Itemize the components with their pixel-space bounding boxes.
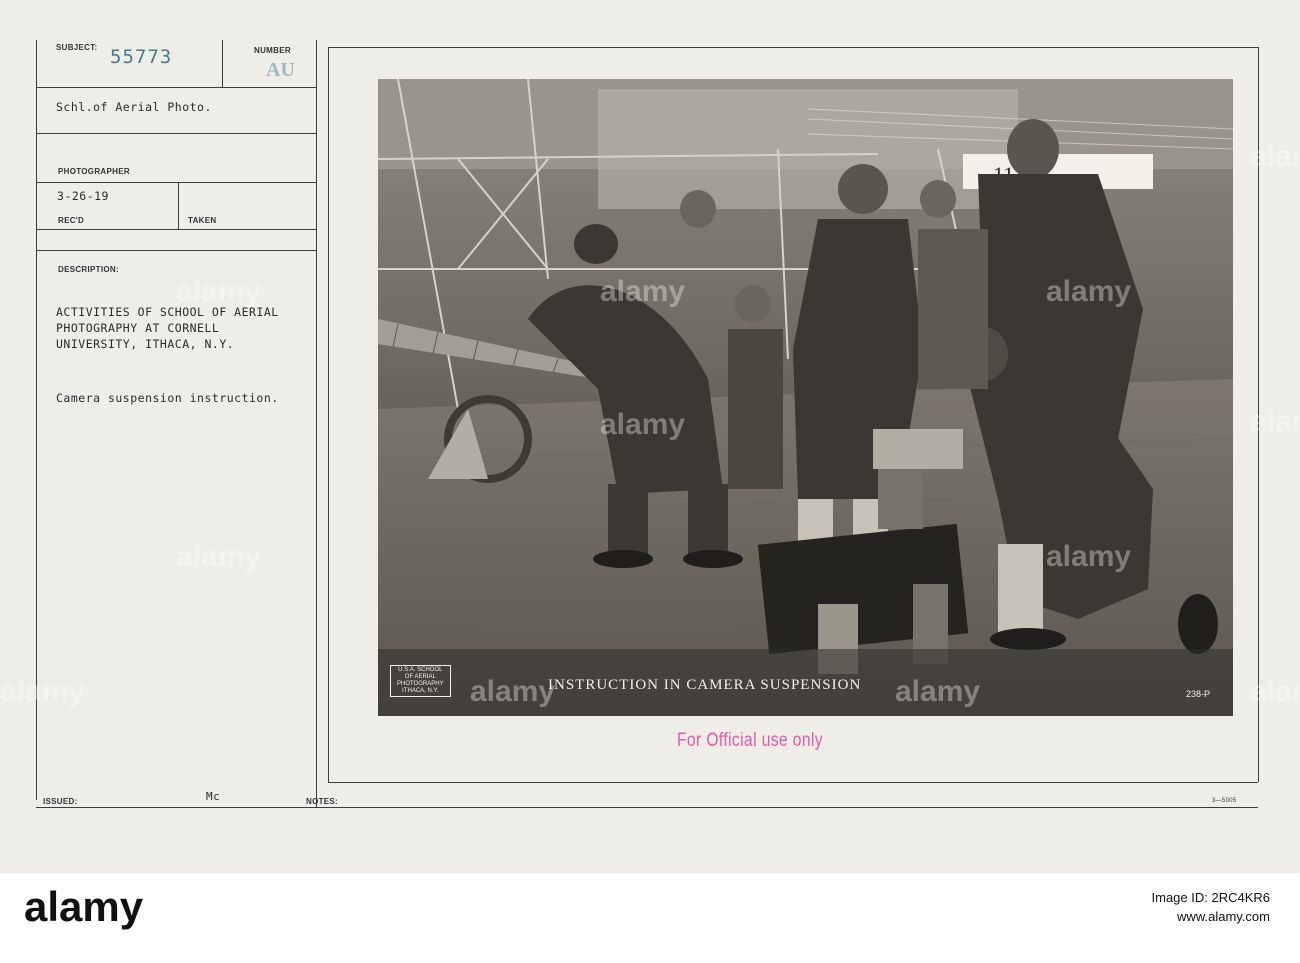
recd-label: REC'D (58, 216, 85, 225)
archival-photograph: 11 (378, 79, 1233, 716)
photo-caption: INSTRUCTION IN CAMERA SUSPENSION (548, 677, 862, 693)
watermark: alamy (895, 675, 981, 708)
watermark: alamy (470, 675, 556, 708)
notes-label: NOTES: (306, 797, 339, 806)
footer-info: Image ID: 2RC4KR6 www.alamy.com (1152, 890, 1271, 924)
row-line-1 (36, 87, 316, 88)
photographer-label: PHOTOGRAPHER (58, 167, 130, 176)
plate-number: 238-P (1186, 689, 1211, 699)
footer-strip (0, 873, 1300, 963)
row-line-3 (36, 182, 316, 183)
bottom-rule (36, 807, 1258, 808)
number-label: NUMBER (254, 46, 291, 55)
logo-line-2: OF AERIAL (404, 674, 436, 680)
description-line-3: UNIVERSITY, ITHACA, N.Y. (56, 337, 235, 351)
school-logo-stamp: U.S.A. SCHOOL OF AERIAL PHOTOGRAPHY ITHA… (390, 665, 451, 697)
subject-divider (222, 40, 223, 88)
date-divider (178, 182, 179, 229)
watermark: alamy (600, 408, 686, 441)
logo-line-4: ITHACA, N.Y. (402, 688, 439, 694)
issued-label: ISSUED: (43, 797, 78, 806)
watermark: alamy (0, 675, 86, 708)
taken-label: TAKEN (188, 216, 217, 225)
watermark: alamy (176, 540, 262, 573)
subject-number: 55773 (110, 46, 173, 68)
watermark: alamy (1046, 275, 1132, 308)
photo-frame-bottom (328, 782, 1258, 783)
column-divider (316, 40, 317, 808)
watermark: alamy (176, 275, 262, 308)
watermark: alamy (600, 275, 686, 308)
subject-text: Schl.of Aerial Photo. (56, 100, 212, 114)
row-line-4 (36, 229, 316, 230)
photo-frame-left (328, 47, 329, 782)
official-use-stamp: For Official use only (677, 730, 824, 751)
subject-label: SUBJECT: (56, 43, 98, 52)
issued-initials: Mc (206, 790, 221, 803)
watermark: alamy (1250, 405, 1300, 438)
received-date: 3-26-19 (57, 189, 109, 203)
row-line-5 (36, 250, 316, 251)
form-code: 3—5005 (1212, 798, 1237, 804)
site-url[interactable]: www.alamy.com (1152, 909, 1270, 924)
alamy-logo: alamy (24, 883, 144, 930)
description-note: Camera suspension instruction. (56, 391, 279, 405)
description-line-2: PHOTOGRAPHY AT CORNELL (56, 321, 220, 335)
watermark: alamy (1046, 540, 1132, 573)
watermark: alamy (1250, 140, 1300, 173)
row-line-2 (36, 133, 316, 134)
logo-line-3: PHOTOGRAPHY (397, 681, 444, 687)
photo-scene: 11 (378, 79, 1233, 716)
number-stamp: AU (266, 59, 295, 81)
logo-line-1: U.S.A. SCHOOL (398, 667, 443, 673)
watermark: alamy (1250, 675, 1300, 708)
photo-frame-top (328, 47, 1258, 48)
image-id: Image ID: 2RC4KR6 (1151, 890, 1271, 905)
description-label: DESCRIPTION: (58, 265, 119, 274)
